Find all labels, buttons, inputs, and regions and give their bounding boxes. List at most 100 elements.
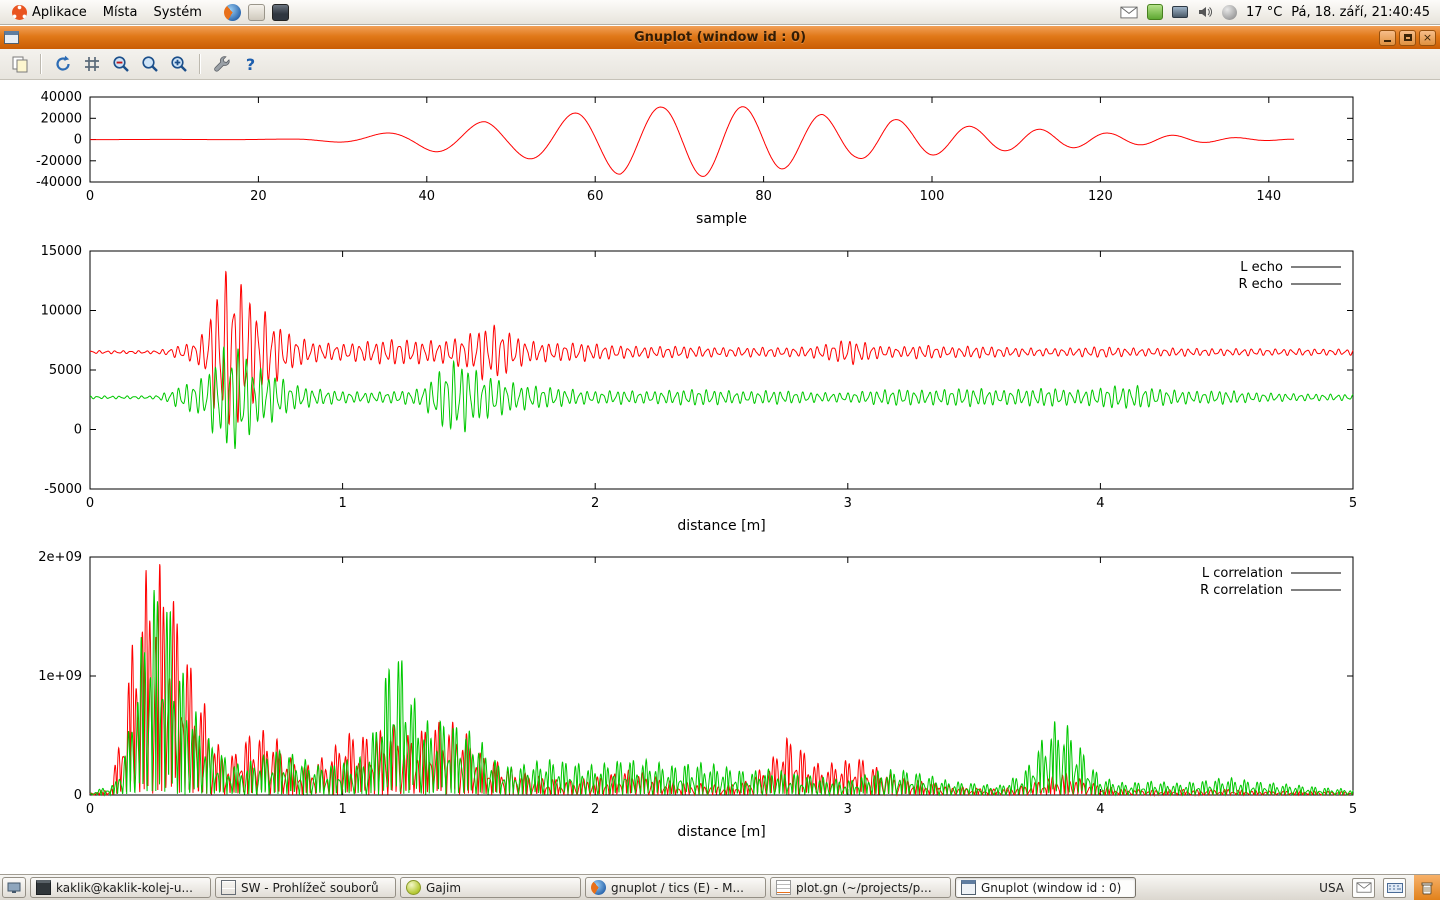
svg-text:-5000: -5000 <box>44 482 82 497</box>
show-desktop-button[interactable] <box>2 877 26 898</box>
plot-canvas: 020406080100120140-40000-200000200004000… <box>0 80 1440 874</box>
svg-text:3: 3 <box>844 802 852 817</box>
gnuplot-toolbar: ? <box>0 49 1440 80</box>
trash-applet[interactable] <box>1414 875 1440 900</box>
replot-button[interactable] <box>49 51 76 77</box>
svg-text:3: 3 <box>844 496 852 511</box>
panel-tray: 17 °C Pá, 18. září, 21:40:45 <box>1120 4 1436 20</box>
volume-icon[interactable] <box>1197 4 1213 20</box>
keyboard-layout-indicator[interactable]: USA <box>1319 881 1344 895</box>
ubuntu-logo-icon <box>12 5 27 20</box>
text-editor-icon <box>776 880 791 895</box>
menu-applications[interactable]: Aplikace <box>4 0 95 24</box>
close-button[interactable]: × <box>1419 30 1436 46</box>
menu-places[interactable]: Místa <box>95 0 146 24</box>
svg-text:L echo: L echo <box>1240 260 1283 275</box>
echo-chart[interactable]: 012345-5000050001000015000distance [m]L … <box>0 240 1440 545</box>
menu-applications-label: Aplikace <box>32 5 87 20</box>
svg-text:80: 80 <box>755 189 772 204</box>
copy-icon <box>10 54 30 74</box>
temperature-readout[interactable]: 17 °C <box>1246 5 1282 20</box>
svg-text:distance [m]: distance [m] <box>677 518 765 534</box>
svg-text:0: 0 <box>74 423 82 438</box>
menu-system-label: Systém <box>153 5 201 20</box>
svg-text:40000: 40000 <box>41 90 82 105</box>
window-titlebar[interactable]: Gnuplot (window id : 0) × <box>0 26 1440 49</box>
gnuplot-window-icon <box>4 31 19 44</box>
mail-launcher-icon[interactable] <box>248 4 265 21</box>
svg-text:4: 4 <box>1096 802 1104 817</box>
taskbar-item-gnuplot[interactable]: Gnuplot (window id : 0) <box>955 877 1136 898</box>
window-title: Gnuplot (window id : 0) <box>0 30 1440 45</box>
svg-text:1: 1 <box>338 496 346 511</box>
gajim-icon <box>406 880 421 895</box>
menu-places-label: Místa <box>103 5 138 20</box>
mail-notification-icon[interactable] <box>1120 6 1138 19</box>
svg-text:40: 40 <box>419 189 436 204</box>
svg-text:0: 0 <box>74 788 82 803</box>
minimize-button[interactable] <box>1379 30 1396 46</box>
copy-clipboard-button[interactable] <box>6 51 33 77</box>
session-sharing-icon[interactable] <box>1147 4 1163 20</box>
terminal-icon <box>36 880 51 895</box>
svg-text:0: 0 <box>74 133 82 148</box>
minimize-icon <box>1384 40 1391 42</box>
taskbar-item-label: gnuplot / tics (E) - M... <box>611 881 744 895</box>
gnuplot-icon <box>961 880 976 895</box>
firefox-icon <box>591 880 606 895</box>
mail-tray-button[interactable] <box>1352 878 1375 898</box>
wrench-icon <box>212 54 232 74</box>
svg-text:140: 140 <box>1256 189 1281 204</box>
menu-system[interactable]: Systém <box>145 0 209 24</box>
envelope-icon <box>1356 882 1372 893</box>
svg-text:distance [m]: distance [m] <box>677 824 765 840</box>
help-button[interactable]: ? <box>237 51 264 77</box>
keyboard-icon <box>1387 883 1403 893</box>
weather-icon[interactable] <box>1222 5 1237 20</box>
firefox-launcher-icon[interactable] <box>224 4 241 21</box>
maximize-button[interactable] <box>1399 30 1416 46</box>
svg-text:0: 0 <box>86 802 94 817</box>
zoom-in-button[interactable] <box>165 51 192 77</box>
svg-text:60: 60 <box>587 189 604 204</box>
svg-text:20000: 20000 <box>41 111 82 126</box>
correlation-chart[interactable]: 01234501e+092e+09distance [m]L correlati… <box>0 548 1440 850</box>
taskbar-item-label: Gnuplot (window id : 0) <box>981 881 1121 895</box>
svg-text:2: 2 <box>591 496 599 511</box>
svg-text:2e+09: 2e+09 <box>38 550 82 565</box>
zoom-previous-icon <box>111 54 131 74</box>
taskbar-tray: USA <box>1319 875 1440 900</box>
svg-text:4: 4 <box>1096 496 1104 511</box>
toolbar-separator <box>40 54 42 74</box>
configure-button[interactable] <box>208 51 235 77</box>
taskbar-item-firefox[interactable]: gnuplot / tics (E) - M... <box>585 877 766 898</box>
desktop-icon <box>7 882 21 894</box>
refresh-icon <box>53 54 73 74</box>
zoom-previous-button[interactable] <box>107 51 134 77</box>
zoom-button[interactable] <box>136 51 163 77</box>
taskbar-item-terminal[interactable]: kaklik@kaklik-kolej-u... <box>30 877 211 898</box>
svg-text:L correlation: L correlation <box>1202 566 1283 581</box>
taskbar-item-label: SW - Prohlížeč souborů <box>241 881 379 895</box>
svg-text:-40000: -40000 <box>36 175 82 190</box>
maximize-icon <box>1404 34 1412 41</box>
taskbar-item-label: Gajim <box>426 881 461 895</box>
signal-chart[interactable]: 020406080100120140-40000-200000200004000… <box>0 85 1440 240</box>
keyboard-tray-button[interactable] <box>1383 878 1406 898</box>
display-icon[interactable] <box>1172 6 1188 18</box>
grid-icon <box>82 54 102 74</box>
svg-text:120: 120 <box>1088 189 1113 204</box>
taskbar-item-gajim[interactable]: Gajim <box>400 877 581 898</box>
svg-text:sample: sample <box>696 211 747 227</box>
taskbar-item-editor[interactable]: plot.gn (~/projects/p... <box>770 877 951 898</box>
zoom-icon <box>140 54 160 74</box>
desktop: Aplikace Místa Systém 17 °C Pá <box>0 0 1440 900</box>
panel-launchers <box>224 4 289 21</box>
clock[interactable]: Pá, 18. září, 21:40:45 <box>1291 5 1430 20</box>
taskbar-item-file-manager[interactable]: SW - Prohlížeč souborů <box>215 877 396 898</box>
toolbar-separator <box>199 54 201 74</box>
toggle-grid-button[interactable] <box>78 51 105 77</box>
terminal-launcher-icon[interactable] <box>272 4 289 21</box>
svg-text:5: 5 <box>1349 496 1357 511</box>
svg-text:0: 0 <box>86 496 94 511</box>
